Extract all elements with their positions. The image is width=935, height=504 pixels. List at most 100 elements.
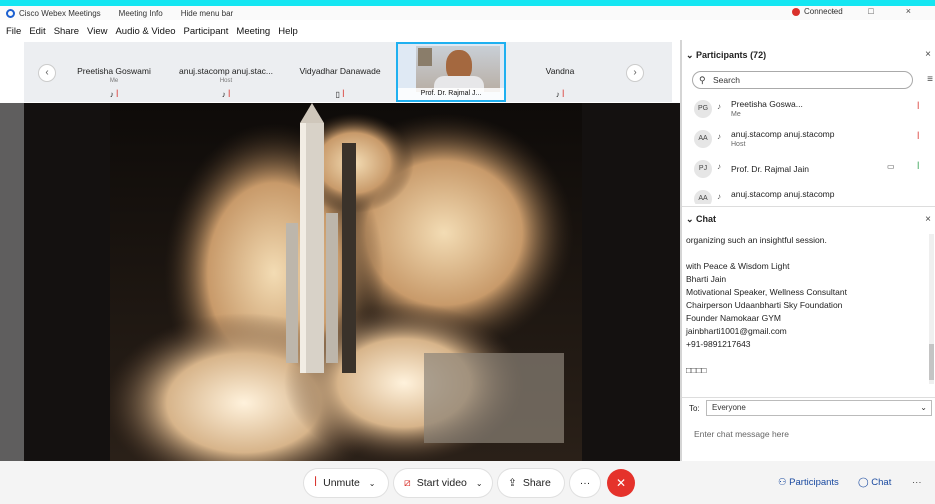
menu-help[interactable]: Help (278, 26, 298, 37)
headset-icon: ♪ (717, 192, 721, 201)
search-placeholder: Search (713, 75, 740, 85)
thumbnail-status-icons: ♪ ꟾ (555, 90, 565, 99)
chat-recipient-select[interactable]: Everyone ⌄ (706, 400, 932, 416)
menu-participant[interactable]: Participant (184, 26, 229, 37)
menu-audio-video[interactable]: Audio & Video (115, 26, 175, 37)
thumbnail-name: Prof. Dr. Rajmal J... (398, 88, 504, 100)
hide-menu-bar-button[interactable]: Hide menu bar (181, 9, 233, 18)
thumbnails-next-button[interactable]: › (626, 64, 644, 82)
overflow-menu-button[interactable]: ··· (912, 477, 922, 488)
menu-view[interactable]: View (87, 26, 107, 37)
menu-bar: File Edit Share View Audio & Video Parti… (0, 22, 935, 40)
speaker-video-thumbnail (416, 46, 500, 92)
chat-line: +91-9891217643 (686, 339, 751, 349)
chat-to-label: To: (689, 404, 700, 413)
chat-message-input[interactable]: Enter chat message here (694, 429, 789, 439)
thumbnail-status-icons: ▯ ꟾ (335, 90, 345, 99)
thumbnail-sub: Host (219, 78, 233, 84)
participant-thumbnails-strip: ‹ Preetisha Goswami Me ♪ ꟾ anuj.stacomp … (24, 42, 672, 102)
chat-line: □□□□ (686, 365, 707, 375)
chat-title: Chat (696, 214, 717, 224)
participant-role: Host (731, 141, 746, 148)
participants-toggle-button[interactable]: ⚇ Participants (778, 477, 839, 488)
video-off-icon: ⧄ (404, 477, 411, 489)
thumbnail-participant[interactable]: Vidyadhar Danawade ▯ ꟾ (288, 42, 392, 102)
more-options-button[interactable]: ··· (570, 469, 600, 497)
participant-row[interactable]: PG ♪ Preetisha Goswa... Me ꟾ (682, 96, 935, 126)
avatar: PJ (694, 160, 712, 178)
menu-file[interactable]: File (6, 26, 21, 37)
muted-mic-icon: ꟾ (314, 477, 318, 489)
thumbnail-sub: Me (109, 78, 119, 84)
chat-messages: organizing such an insightful session. w… (686, 234, 916, 384)
thumbnail-participant[interactable]: Preetisha Goswami Me ♪ ꟾ (62, 42, 166, 102)
chat-recipient-value: Everyone (712, 403, 746, 412)
thumbnail-active-speaker[interactable]: Prof. Dr. Rajmal J... (396, 42, 506, 102)
participant-search-input[interactable]: ⚲ Search (692, 71, 913, 89)
muted-mic-icon: ꟾ (227, 90, 231, 99)
chevron-down-icon: ⌄ (920, 403, 927, 412)
maximize-button[interactable]: □ (868, 6, 873, 16)
menu-edit[interactable]: Edit (29, 26, 45, 37)
chevron-down-icon[interactable]: ⌄ (369, 479, 376, 488)
thumbnail-name: Vandna (545, 66, 575, 76)
chevron-down-icon[interactable]: ⌄ (476, 479, 483, 488)
unmute-button[interactable]: ꟾ Unmute ⌄ (304, 469, 388, 497)
connection-icon (792, 7, 800, 16)
active-mic-icon[interactable]: ꟾ (917, 162, 919, 171)
rocket-launch-image (24, 103, 680, 461)
title-bar: Cisco Webex Meetings Meeting Info Hide m… (0, 6, 935, 20)
stage-left-margin (0, 103, 24, 461)
chat-line: Founder Namokaar GYM (686, 313, 781, 323)
chat-line (686, 247, 916, 260)
muted-mic-icon[interactable]: ꟾ (917, 132, 919, 141)
muted-mic-icon: ꟾ (115, 90, 119, 99)
app-title: Cisco Webex Meetings (19, 8, 101, 18)
close-chat-icon[interactable]: × (925, 214, 931, 225)
share-button[interactable]: ⇪ Share (498, 469, 564, 497)
muted-mic-icon: ꟾ (342, 90, 345, 99)
chat-line: Bharti Jain (686, 274, 727, 284)
start-video-button[interactable]: ⧄ Start video ⌄ (394, 469, 492, 497)
participant-row[interactable]: AA ♪ anuj.stacomp anuj.stacomp (682, 186, 935, 204)
chat-input-separator (682, 397, 935, 398)
headset-icon: ♪ (717, 162, 721, 171)
muted-mic-icon[interactable]: ꟾ (917, 102, 919, 111)
participant-row[interactable]: PJ ♪ Prof. Dr. Rajmal Jain ▭ ꟾ (682, 156, 935, 186)
thumbnail-participant[interactable]: anuj.stacomp anuj.stac... Host ♪ ꟾ (174, 42, 278, 102)
chat-bubble-icon: ◯ (858, 477, 869, 488)
headset-icon: ♪ (717, 102, 721, 111)
chat-line: Chairperson Udaanbharti Sky Foundation (686, 300, 843, 310)
panel-separator (682, 206, 935, 207)
chat-line (686, 351, 916, 364)
thumbnail-participant[interactable]: Vandna ♪ ꟾ (508, 42, 612, 102)
chat-line: organizing such an insightful session. (686, 235, 827, 245)
end-meeting-button[interactable]: ✕ (607, 469, 635, 497)
video-camera-icon: ▭ (887, 162, 895, 171)
shared-video-stage (24, 103, 680, 461)
chat-toggle-button[interactable]: ◯ Chat (858, 477, 891, 488)
person-icon: ⚇ (778, 477, 787, 488)
close-participants-icon[interactable]: × (925, 49, 931, 60)
participant-name: Prof. Dr. Rajmal Jain (731, 164, 809, 174)
chat-line: jainbharti1001@gmail.com (686, 326, 787, 336)
participants-panel-header[interactable]: ⌄ Participants (72) (686, 50, 766, 61)
thumbnails-prev-button[interactable]: ‹ (38, 64, 56, 82)
avatar: PG (694, 100, 712, 118)
sort-list-icon[interactable]: ≡ (927, 74, 933, 85)
chat-panel-header[interactable]: ⌄ Chat (686, 214, 716, 225)
menu-share[interactable]: Share (54, 26, 79, 37)
meeting-info-button[interactable]: Meeting Info (119, 9, 163, 18)
thumbnail-name: Preetisha Goswami (77, 66, 151, 76)
chat-scrollbar[interactable] (929, 234, 934, 384)
meeting-controls-bar: ꟾ Unmute ⌄ ⧄ Start video ⌄ ⇪ Share ··· ✕ ⚇ … (0, 461, 935, 504)
close-window-button[interactable]: × (906, 6, 911, 16)
participant-row[interactable]: AA ♪ anuj.stacomp anuj.stacomp Host ꟾ (682, 126, 935, 156)
thumbnail-name: anuj.stacomp anuj.stac... (178, 66, 274, 76)
minimize-button[interactable]: – (831, 6, 836, 16)
avatar: AA (694, 130, 712, 148)
participant-name: anuj.stacomp anuj.stacomp (731, 189, 835, 199)
share-icon: ⇪ (508, 477, 517, 489)
menu-meeting[interactable]: Meeting (236, 26, 270, 37)
thumbnail-status-icons: ♪ ꟾ (221, 90, 231, 99)
